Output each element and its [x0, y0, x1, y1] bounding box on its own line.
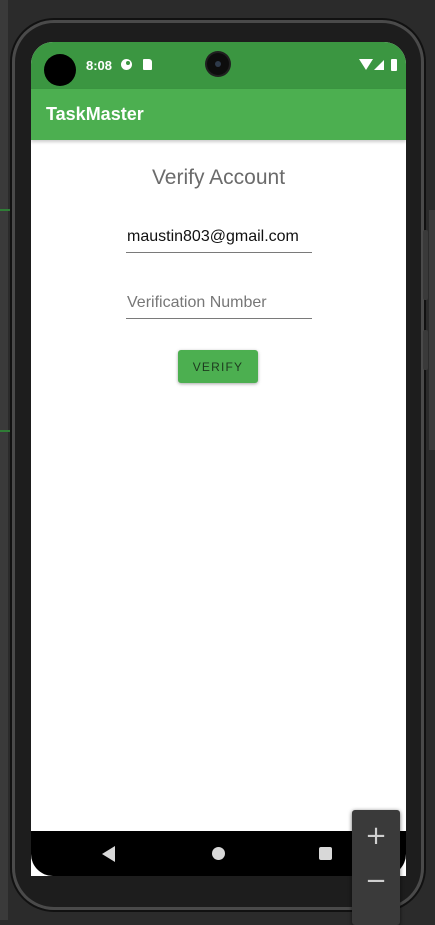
back-icon[interactable] [102, 846, 115, 862]
page-title: Verify Account [151, 166, 286, 189]
backdrop-line [0, 430, 10, 432]
data-saver-icon [121, 59, 132, 70]
home-icon[interactable] [212, 847, 225, 860]
power-button[interactable] [423, 330, 428, 370]
wifi-icon [359, 59, 373, 70]
status-bar: 8:08 [31, 42, 406, 89]
backdrop-line [0, 209, 10, 211]
navigation-bar [31, 831, 406, 876]
status-time: 8:08 [86, 58, 113, 73]
verify-button[interactable]: VERIFY [178, 350, 258, 383]
app-bar: TaskMaster [31, 89, 406, 140]
recents-icon[interactable] [319, 847, 332, 860]
battery-icon [391, 59, 397, 71]
zoom-controls: + − [352, 810, 400, 925]
email-field[interactable] [126, 222, 312, 253]
zoom-in-button[interactable]: + [352, 816, 400, 856]
signal-icon [374, 60, 384, 70]
camera-cutout-icon [44, 54, 76, 86]
phone-screen: 8:08 TaskMaster Verify Account VERIFY [31, 42, 406, 876]
volume-button[interactable] [423, 230, 428, 300]
zoom-out-button[interactable]: − [352, 861, 400, 901]
front-camera-icon [207, 53, 229, 75]
sd-card-icon [143, 59, 152, 70]
emulator-backdrop [0, 0, 8, 920]
emulator-right-strip [429, 210, 435, 450]
verification-number-field[interactable] [126, 288, 312, 319]
app-title: TaskMaster [46, 104, 144, 124]
